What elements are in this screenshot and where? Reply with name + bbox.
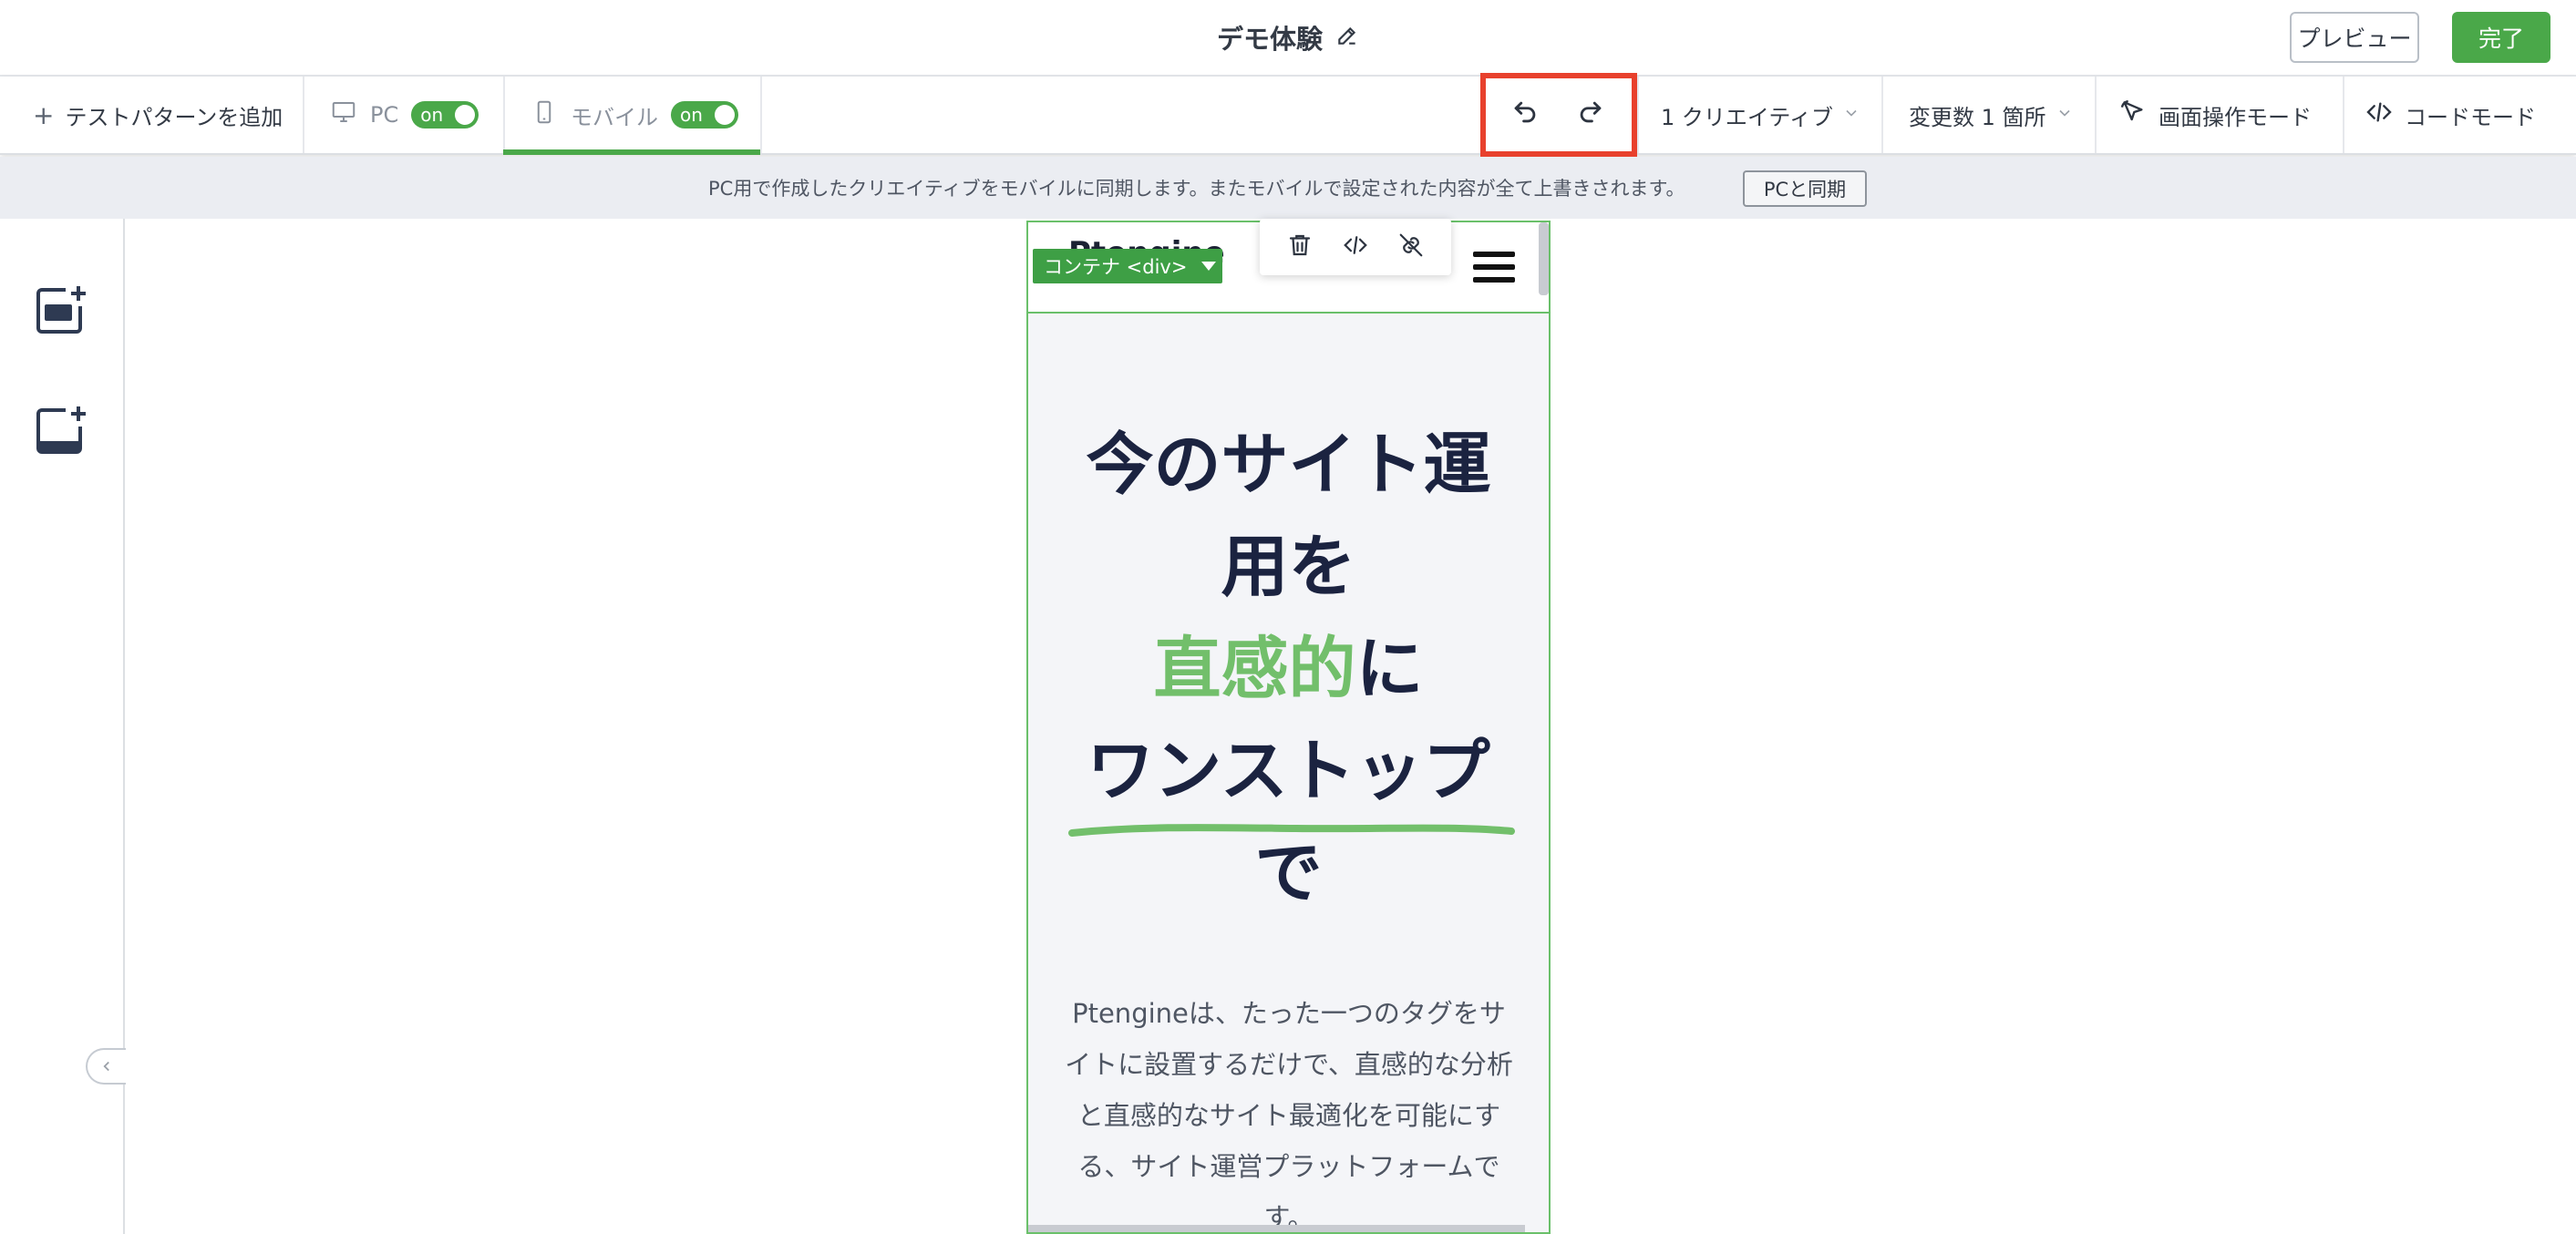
edit-title-icon[interactable] [1335,24,1359,51]
divider [2343,77,2344,153]
hero-line-2: 用を [1221,528,1356,606]
chevron-down-icon [1842,102,1860,128]
add-popup-icon [36,286,86,334]
sync-notice-bar: PC用で作成したクリエイティブをモバイルに同期します。またモバイルで設定された内… [125,157,2576,219]
active-tab-indicator [503,149,760,155]
vertical-scrollbar[interactable] [1539,222,1549,295]
toggle-knob [715,105,735,125]
notice-left-fill [0,157,125,219]
underline-brush-stroke [1068,824,1515,837]
collapse-panel-button[interactable] [86,1048,126,1085]
title-bar: デモ体験 プレビュー 完了 [0,0,2576,77]
mobile-preview-canvas[interactable]: Ptengine 今のサイト運 用を 直感的に ワンストップ で Ptengin… [1026,221,1551,1234]
tab-mobile[interactable]: モバイル on [531,77,738,153]
add-popup-button[interactable] [33,283,89,339]
toggle-knob [455,105,476,125]
selected-element-tag[interactable]: コンテナ <div> [1033,249,1222,283]
creative-dropdown[interactable]: 1 クリエイティブ [1661,77,1860,153]
chevron-down-icon [2056,102,2074,128]
divider [1637,77,1639,153]
chevron-left-icon [103,1061,109,1072]
hero-line-4: ワンストップ [1087,732,1490,810]
code-icon[interactable] [1342,231,1369,262]
add-banner-icon [36,406,86,454]
divider [2095,77,2097,153]
code-icon [2365,98,2394,132]
add-banner-button[interactable] [33,403,89,459]
element-action-toolbar [1260,219,1451,275]
cursor-mode-label: 画面操作モード [2159,104,2312,130]
preview-button[interactable]: プレビュー [2290,12,2419,63]
desktop-icon [330,98,357,131]
sync-notice-text: PC用で作成したクリエイティブをモバイルに同期します。またモバイルで設定された内… [708,178,1685,200]
hero-line-1: 今のサイト運 [1086,426,1491,504]
caret-down-icon [1201,262,1217,271]
cursor-mode-button[interactable]: 画面操作モード [2118,77,2312,153]
divider [1881,77,1883,153]
divider [503,77,505,153]
creative-label: 1 クリエイティブ [1661,104,1833,130]
page-title: デモ体験 [1216,24,1323,55]
tab-pc[interactable]: PC on [330,77,479,153]
plus-icon: + [33,99,55,130]
title-area: デモ体験 [0,0,2576,75]
hero-heading[interactable]: 今のサイト運 用を 直感的に ワンストップ で [1028,414,1549,924]
add-test-pattern-button[interactable]: + テストパターンを追加 [33,77,283,153]
selected-element-label: コンテナ <div> [1044,256,1188,278]
hamburger-menu-icon[interactable] [1473,252,1515,283]
mobile-icon [531,98,558,131]
variables-label: 変更数 1 箇所 [1909,104,2046,130]
unlink-icon[interactable] [1397,231,1425,262]
hero-highlight-text: 直感的 [1153,630,1356,708]
undo-redo-highlight [1480,73,1637,157]
divider [303,77,304,153]
mobile-toggle[interactable]: on [671,101,738,129]
code-mode-label: コードモード [2405,104,2536,130]
horizontal-scrollbar[interactable] [1028,1225,1525,1232]
editor-toolbar: + テストパターンを追加 PC on モバイル on 1 クリエイティブ 変更数… [0,77,2576,155]
tab-mobile-label: モバイル [571,104,658,130]
cursor-icon [2118,98,2148,132]
hero-line-3-rest: に [1355,630,1424,708]
add-test-pattern-label: テストパターンを追加 [65,104,283,130]
sync-with-pc-button[interactable]: PCと同期 [1743,170,1867,207]
divider [760,77,762,153]
hero-line-3: 直感的に [1028,618,1549,720]
pc-toggle[interactable]: on [411,101,479,129]
pc-toggle-text: on [420,104,444,126]
done-button[interactable]: 完了 [2452,12,2550,63]
variables-dropdown[interactable]: 変更数 1 箇所 [1909,77,2074,153]
trash-icon[interactable] [1286,231,1314,262]
tab-pc-label: PC [370,102,399,128]
mobile-toggle-text: on [680,104,703,126]
code-mode-button[interactable]: コードモード [2365,77,2536,153]
hero-description: Ptengineは、たった一つのタグをサイトに設置するだけで、直感的な分析と直感… [1065,998,1513,1233]
